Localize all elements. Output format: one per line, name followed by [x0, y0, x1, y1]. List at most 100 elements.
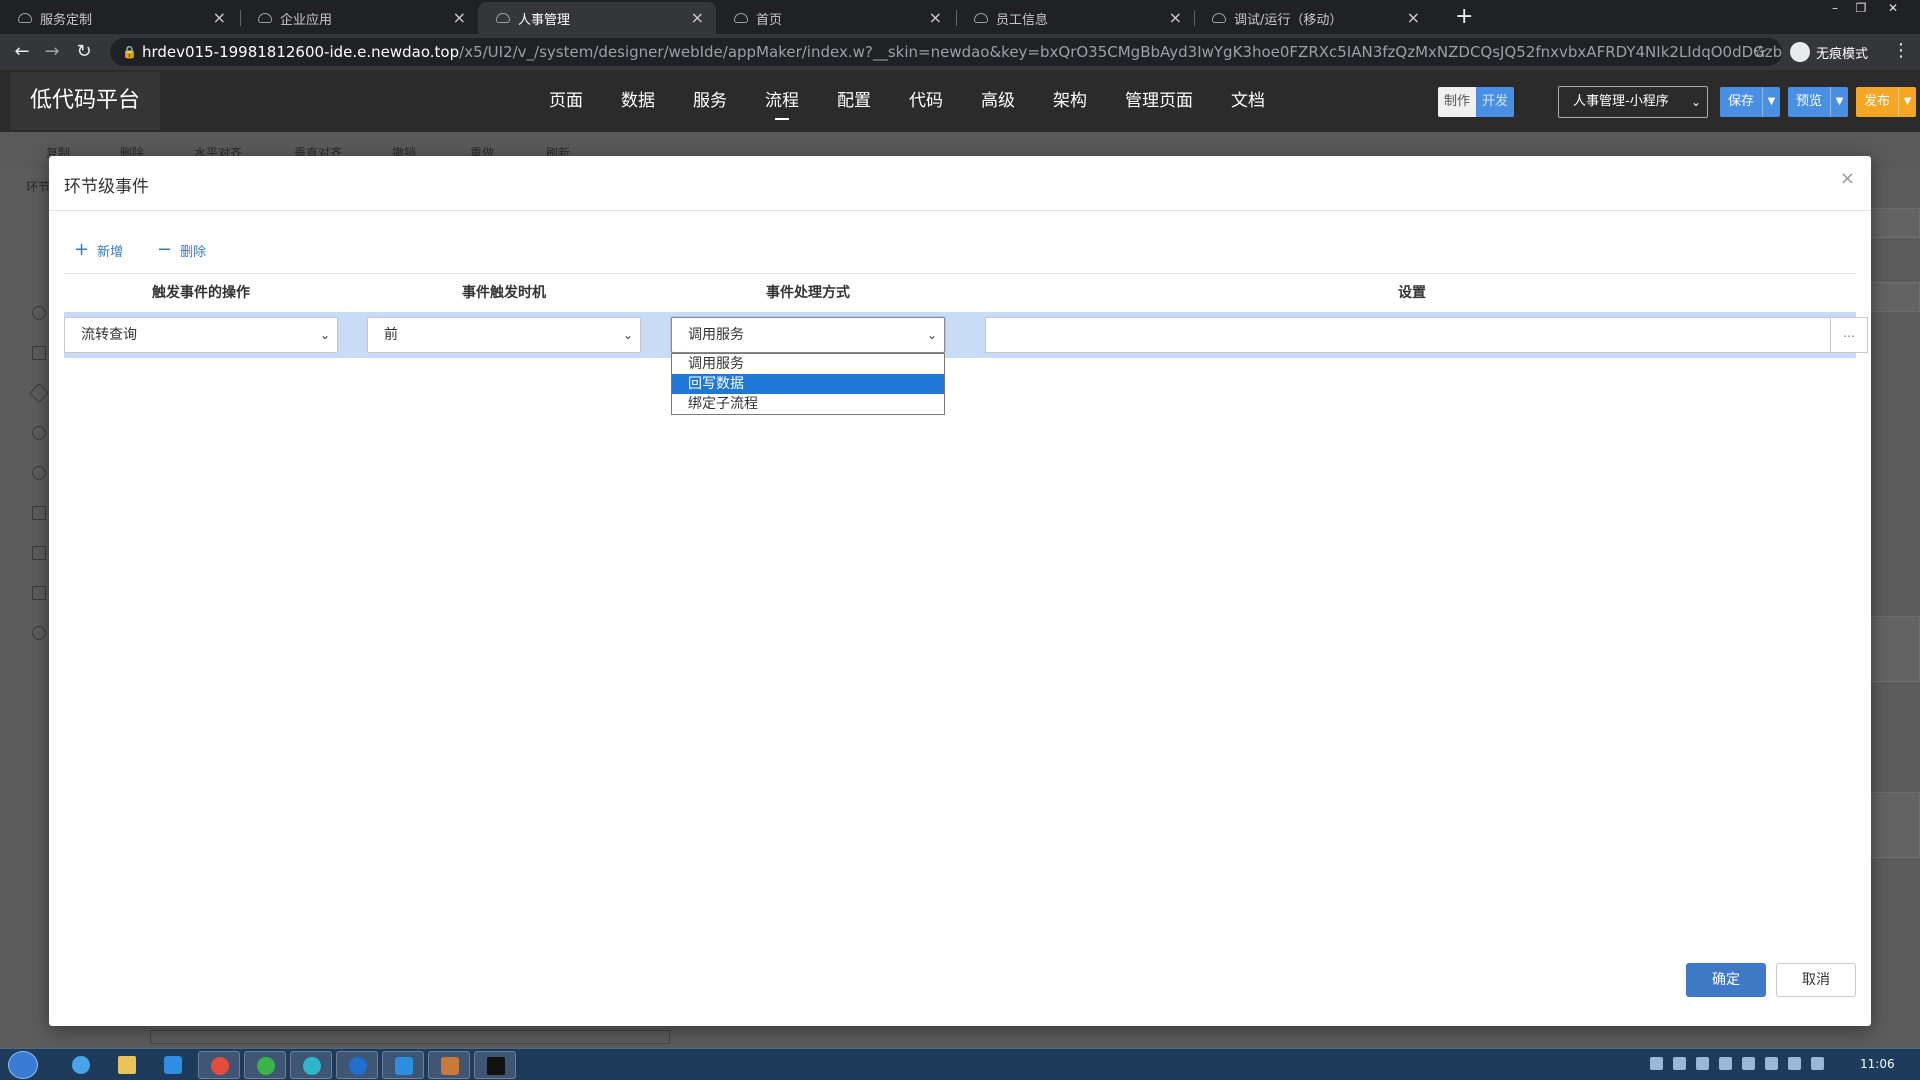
setting-input[interactable] [985, 317, 1831, 353]
grid-divider [64, 273, 1856, 274]
chevron-down-icon: ⌄ [1690, 95, 1701, 109]
browser-tab[interactable]: 员工信息 × [956, 2, 1194, 34]
chevron-down-icon: ⌄ [926, 328, 937, 342]
column-header-handling: 事件处理方式 [766, 285, 850, 301]
caret-down-icon[interactable]: ▼ [1762, 87, 1780, 117]
close-icon[interactable]: × [453, 8, 466, 27]
minimize-icon[interactable]: – [1822, 0, 1848, 18]
close-icon[interactable]: × [691, 8, 704, 27]
nav-item-docs[interactable]: 文档 [1212, 70, 1284, 132]
tab-title: 首页 [756, 12, 783, 28]
cloud-icon [496, 13, 510, 23]
vscode-app-icon[interactable] [382, 1051, 424, 1079]
start-button[interactable] [8, 1051, 38, 1079]
browser-tab[interactable]: 服务定制 × [0, 2, 238, 34]
dropdown-option-highlighted[interactable]: 回写数据 [672, 374, 944, 394]
save-button-group: 保存 ▼ [1720, 87, 1781, 117]
chevron-down-icon: ⌄ [319, 328, 330, 342]
tab-title: 调试/运行（移动） [1234, 12, 1343, 28]
cancel-button[interactable]: 取消 [1776, 963, 1856, 997]
mode-dev-button[interactable]: 开发 [1476, 87, 1514, 117]
ok-button[interactable]: 确定 [1686, 963, 1766, 997]
bottom-panel-dimmed [150, 1030, 670, 1044]
close-icon[interactable]: × [929, 8, 942, 27]
taskbar: 11:06 [0, 1048, 1920, 1080]
display-tray-icon[interactable] [1811, 1057, 1824, 1070]
event-row[interactable]: 流转查询 ⌄ 前 ⌄ 调用服务 ⌄ ... [64, 312, 1868, 358]
close-icon[interactable]: × [1169, 8, 1182, 27]
nav-item-service[interactable]: 服务 [674, 70, 746, 132]
url-field[interactable]: 🔒 hrdev015-19981812600-ide.e.newdao.top/… [110, 38, 1782, 66]
ie-app-icon[interactable] [60, 1051, 102, 1079]
back-icon[interactable]: ← [10, 40, 34, 64]
timing-select[interactable]: 前 ⌄ [367, 317, 641, 353]
caret-down-icon[interactable]: ▼ [1830, 87, 1848, 117]
store-app-icon[interactable] [152, 1051, 194, 1079]
nav-item-advanced[interactable]: 高级 [962, 70, 1034, 132]
delete-button[interactable]: − 删除 [157, 240, 206, 260]
nav-item-page[interactable]: 页面 [530, 70, 602, 132]
qq-tray-icon[interactable] [1650, 1057, 1663, 1070]
taskbar-clock[interactable]: 11:06 [1860, 1057, 1895, 1071]
browser-tab-strip: 服务定制 × 企业应用 × 人事管理 × 首页 × 员工信息 × 调试/运行（移… [0, 0, 1920, 34]
browser-app-icon[interactable] [336, 1051, 378, 1079]
tool-app-icon[interactable] [428, 1051, 470, 1079]
network-tray-icon[interactable] [1719, 1057, 1732, 1070]
add-button[interactable]: + 新增 [74, 240, 123, 260]
shield-tray-icon[interactable] [1742, 1057, 1755, 1070]
help-tray-icon[interactable] [1696, 1057, 1709, 1070]
cloud-icon [18, 13, 32, 23]
incognito-icon [1790, 42, 1810, 62]
reload-icon[interactable]: ↻ [72, 40, 96, 64]
flag-tray-icon[interactable] [1788, 1057, 1801, 1070]
edge-app-icon[interactable] [290, 1051, 332, 1079]
setting-ellipsis-button[interactable]: ... [1831, 317, 1868, 353]
save-button[interactable]: 保存 [1720, 87, 1762, 117]
nav-item-process[interactable]: 流程 [746, 70, 818, 132]
preview-button[interactable]: 预览 [1788, 87, 1830, 117]
right-panel-card-dimmed [1870, 792, 1920, 858]
tab-title: 服务定制 [40, 12, 93, 28]
handling-select[interactable]: 调用服务 ⌄ [671, 317, 945, 353]
volume-tray-icon[interactable] [1765, 1057, 1778, 1070]
browser-tab[interactable]: 调试/运行（移动） × [1194, 2, 1432, 34]
browser-tab[interactable]: 首页 × [716, 2, 954, 34]
browser-tab[interactable]: 企业应用 × [240, 2, 478, 34]
caret-down-icon[interactable]: ▼ [1898, 87, 1916, 117]
new-tab-button[interactable]: + [1455, 4, 1473, 29]
handling-dropdown-list: 调用服务 回写数据 绑定子流程 [671, 353, 945, 415]
nav-item-architecture[interactable]: 架构 [1034, 70, 1106, 132]
operation-select[interactable]: 流转查询 ⌄ [64, 317, 338, 353]
incognito-indicator[interactable]: 无痕模式 [1790, 40, 1868, 64]
chrome-app-icon[interactable] [198, 1051, 240, 1079]
delete-label: 删除 [180, 244, 207, 260]
nav-item-config[interactable]: 配置 [818, 70, 890, 132]
dropdown-option[interactable]: 调用服务 [672, 354, 944, 374]
close-icon[interactable]: × [213, 8, 226, 27]
brand-logo: 低代码平台 [10, 72, 160, 130]
minus-icon: − [157, 239, 173, 260]
window-close-icon[interactable]: ✕ [1880, 0, 1906, 18]
project-select[interactable]: 人事管理-小程序 ⌄ [1558, 86, 1708, 118]
plus-icon: + [74, 239, 90, 260]
explorer-app-icon[interactable] [106, 1051, 148, 1079]
column-header-timing: 事件触发时机 [462, 285, 546, 301]
kebab-menu-icon[interactable]: ⋮ [1892, 40, 1910, 61]
nav-item-code[interactable]: 代码 [890, 70, 962, 132]
close-icon[interactable]: × [1407, 8, 1420, 27]
terminal-app-icon[interactable] [474, 1051, 516, 1079]
chrome-app-icon[interactable] [244, 1051, 286, 1079]
address-bar: ← → ↻ 🔒 hrdev015-19981812600-ide.e.newda… [0, 34, 1920, 70]
close-icon[interactable]: × [1840, 168, 1855, 189]
nav-item-data[interactable]: 数据 [602, 70, 674, 132]
browser-tab-active[interactable]: 人事管理 × [478, 2, 716, 34]
dropdown-option[interactable]: 绑定子流程 [672, 394, 944, 414]
forward-icon[interactable]: → [40, 40, 64, 64]
star-icon[interactable]: ☆ [1753, 42, 1767, 61]
restore-icon[interactable]: ❐ [1848, 0, 1874, 18]
cloud-icon [1212, 13, 1226, 23]
nav-item-admin-page[interactable]: 管理页面 [1106, 70, 1212, 132]
ime-tray-icon[interactable] [1673, 1057, 1686, 1070]
publish-button[interactable]: 发布 [1856, 87, 1898, 117]
mode-make-button[interactable]: 制作 [1438, 87, 1476, 117]
